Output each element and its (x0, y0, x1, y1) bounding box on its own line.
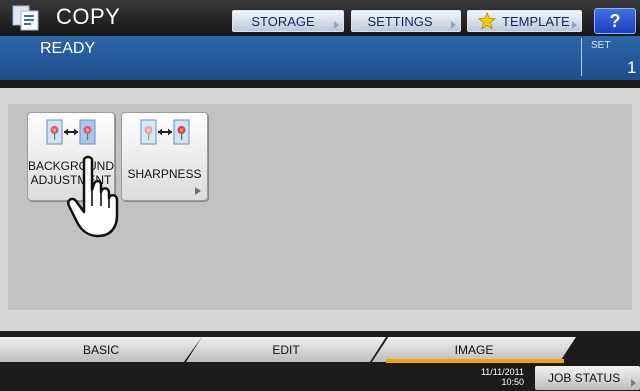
star-icon (478, 12, 496, 30)
status-text: READY (40, 40, 96, 57)
settings-button-label: SETTINGS (367, 13, 433, 29)
triangle-right-icon (631, 379, 636, 387)
template-button-label: TEMPLATE (502, 13, 570, 29)
app-title: COPY (56, 4, 121, 29)
triangle-right-icon (195, 187, 201, 195)
time-text: 10:50 (501, 377, 524, 387)
job-status-label: JOB STATUS (548, 371, 621, 385)
date-text: 11/11/2011 (480, 367, 524, 377)
date-time: 11/11/2011 10:50 (446, 367, 524, 387)
storage-button-label: STORAGE (251, 13, 315, 29)
page-arrow-page-icon (140, 119, 189, 145)
pointing-hand-icon (67, 155, 119, 238)
tab-edit[interactable]: EDIT (186, 337, 386, 362)
tab-basic-label: BASIC (82, 342, 119, 357)
job-status-button[interactable]: JOB STATUS (535, 366, 640, 390)
triangle-right-icon (334, 21, 339, 29)
tab-edit-label: EDIT (272, 342, 300, 357)
page-arrow-page-icon (46, 119, 96, 145)
triangle-right-icon (572, 21, 577, 29)
set-divider (581, 38, 582, 76)
set-count: 1 (627, 58, 637, 77)
sharpness-label: SHARPNESS (127, 167, 202, 181)
triangle-right-icon (451, 21, 456, 29)
sharpness-button[interactable]: SHARPNESS (121, 112, 208, 201)
help-button[interactable]: ? (594, 8, 636, 34)
tab-image-label: IMAGE (454, 342, 494, 357)
tab-basic[interactable]: BASIC (0, 337, 202, 362)
copy-app-icon (12, 5, 39, 31)
settings-button[interactable]: SETTINGS (351, 10, 461, 32)
storage-button[interactable]: STORAGE (232, 10, 344, 32)
help-icon: ? (609, 10, 621, 31)
active-tab-indicator (386, 359, 564, 363)
status-bar (0, 36, 640, 80)
template-button[interactable]: TEMPLATE (467, 10, 582, 32)
set-label: SET (591, 40, 611, 51)
